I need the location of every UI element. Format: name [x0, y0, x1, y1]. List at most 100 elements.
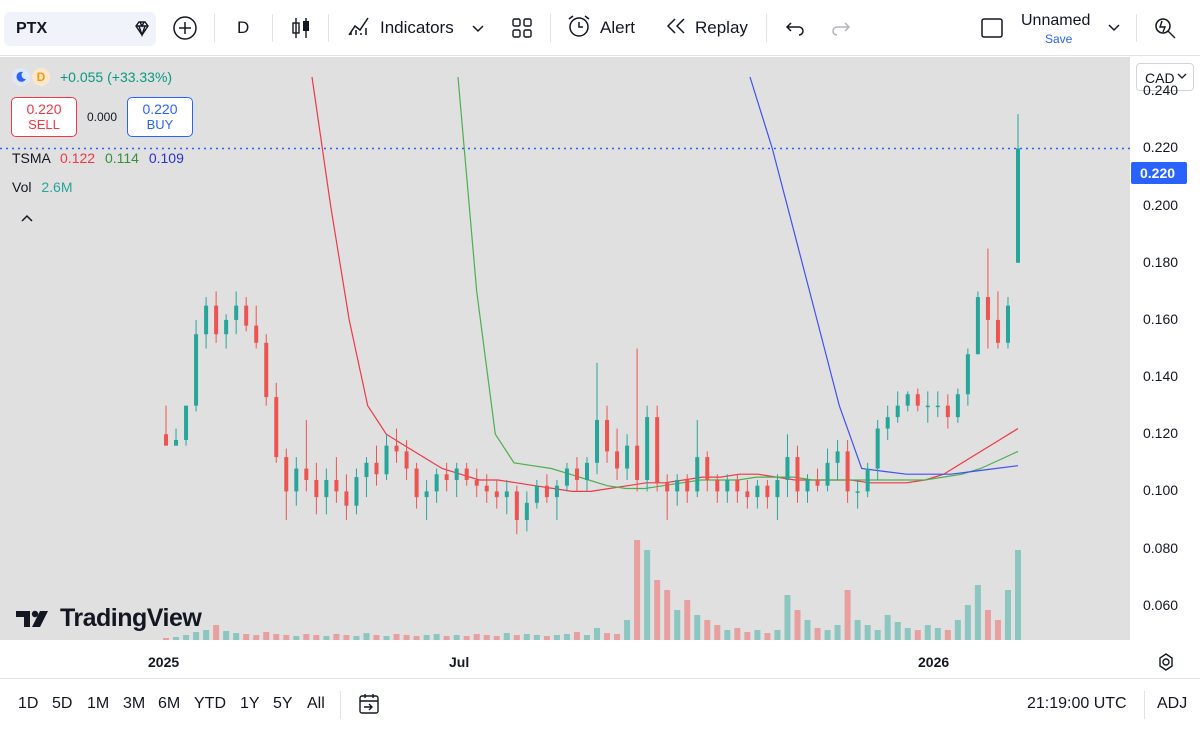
volume-bar	[664, 590, 671, 640]
volume-bar	[794, 610, 801, 640]
undo-icon[interactable]	[784, 10, 806, 46]
candle-body	[304, 468, 309, 480]
diamond-icon[interactable]	[132, 19, 152, 44]
candle-body	[474, 479, 479, 486]
price-chart[interactable]	[0, 57, 1130, 640]
time-tick-label: Jul	[449, 654, 470, 670]
layout-square-icon[interactable]	[980, 10, 1004, 46]
candle-body	[865, 468, 870, 492]
candle-body	[524, 502, 529, 520]
candle-body	[745, 491, 750, 498]
time-tick-label: 2025	[148, 654, 180, 670]
candle-body	[595, 419, 600, 463]
candle-body	[785, 457, 790, 480]
candle-body	[224, 319, 229, 335]
volume-bar	[784, 595, 791, 640]
range-3m[interactable]: 3M	[123, 695, 145, 713]
price-tick-label: 0.080	[1143, 539, 1179, 556]
volume-bar	[624, 620, 631, 640]
divider	[766, 14, 767, 42]
rewind-icon	[665, 16, 687, 41]
symbol-search[interactable]: PTX	[4, 12, 156, 46]
candle-body	[655, 417, 660, 483]
price-tick-label: 0.060	[1143, 596, 1179, 613]
tradingview-logo[interactable]: TradingView	[14, 604, 202, 633]
candle-body	[284, 457, 289, 492]
candle-body	[1016, 148, 1020, 263]
volume-bar	[964, 605, 971, 640]
interval-button[interactable]: D	[237, 10, 249, 46]
range-5d[interactable]: 5D	[52, 695, 72, 713]
candle-body	[645, 417, 650, 480]
volume-bar	[674, 610, 681, 640]
layouts-grid-icon[interactable]	[510, 10, 534, 46]
candle-body	[394, 445, 399, 452]
time-tick-label: 2026	[918, 654, 950, 670]
candle-body	[765, 485, 770, 498]
vol-label: Vol	[12, 179, 32, 195]
adj-toggle[interactable]: ADJ	[1157, 695, 1187, 713]
volume-bar	[694, 615, 701, 640]
candle-body	[885, 417, 890, 429]
add-symbol-icon[interactable]	[172, 10, 198, 46]
range-all[interactable]: All	[307, 695, 325, 713]
vol-value: 2.6M	[41, 179, 73, 195]
indicators-button[interactable]: Indicators	[346, 10, 484, 46]
divider	[328, 14, 329, 42]
candle-body	[204, 305, 209, 335]
candle-body	[675, 479, 680, 492]
candles-icon[interactable]	[290, 10, 312, 46]
volume-bar	[824, 630, 831, 640]
range-1m[interactable]: 1M	[87, 695, 109, 713]
volume-legend[interactable]: Vol 2.6M	[12, 179, 72, 195]
alert-button[interactable]: Alert	[566, 10, 635, 46]
volume-bar	[714, 625, 721, 640]
range-ytd[interactable]: YTD	[194, 695, 226, 713]
candle-body	[584, 462, 589, 480]
volume-bar	[924, 625, 931, 640]
tsma-value-green: 0.114	[104, 150, 139, 166]
candle-body	[995, 319, 1000, 343]
candle-body	[254, 325, 259, 343]
chevron-down-icon[interactable]	[1108, 10, 1120, 46]
price-tick-label: 0.100	[1143, 482, 1179, 499]
range-1y[interactable]: 1Y	[240, 695, 260, 713]
candle-body	[955, 394, 960, 418]
quick-search-icon[interactable]	[1152, 10, 1178, 46]
clock-time[interactable]: 21:19:00 UTC	[1027, 695, 1127, 713]
volume-bar	[724, 630, 731, 640]
candle-body	[825, 462, 830, 486]
legend-header: D +0.055 (+33.33%)	[12, 68, 172, 86]
range-1d[interactable]: 1D	[18, 695, 38, 713]
layout-name[interactable]: Unnamed	[1021, 12, 1090, 30]
volume-bar	[944, 630, 951, 640]
candle-body	[334, 479, 339, 492]
sell-price: 0.220	[26, 101, 62, 117]
candle-body	[875, 428, 880, 469]
sell-button[interactable]: 0.220 SELL	[11, 97, 77, 137]
candle-body	[905, 394, 910, 406]
alarm-clock-icon	[566, 13, 592, 44]
candle-body	[705, 457, 710, 480]
candle-body	[735, 479, 740, 492]
volume-bar	[804, 620, 811, 640]
range-6m[interactable]: 6M	[158, 695, 180, 713]
volume-bar	[744, 632, 751, 640]
settings-gear-icon[interactable]	[1156, 652, 1176, 677]
candle-body	[294, 468, 299, 492]
range-5y[interactable]: 5Y	[273, 695, 293, 713]
save-link[interactable]: Save	[1045, 32, 1072, 46]
redo-icon[interactable]	[830, 10, 852, 46]
candle-body	[464, 468, 469, 480]
sell-label: SELL	[28, 117, 60, 132]
price-tick-label: 0.140	[1143, 368, 1179, 385]
calendar-goto-icon[interactable]	[356, 691, 382, 722]
chevron-down-icon[interactable]	[472, 18, 484, 38]
volume-bar	[984, 610, 991, 640]
chevron-up-icon[interactable]	[20, 210, 34, 226]
buy-button[interactable]: 0.220 BUY	[127, 97, 193, 137]
tsma-legend[interactable]: TSMA 0.122 0.114 0.109	[12, 150, 184, 166]
volume-bar	[764, 633, 771, 640]
replay-button[interactable]: Replay	[665, 10, 748, 46]
volume-bar	[594, 628, 601, 640]
